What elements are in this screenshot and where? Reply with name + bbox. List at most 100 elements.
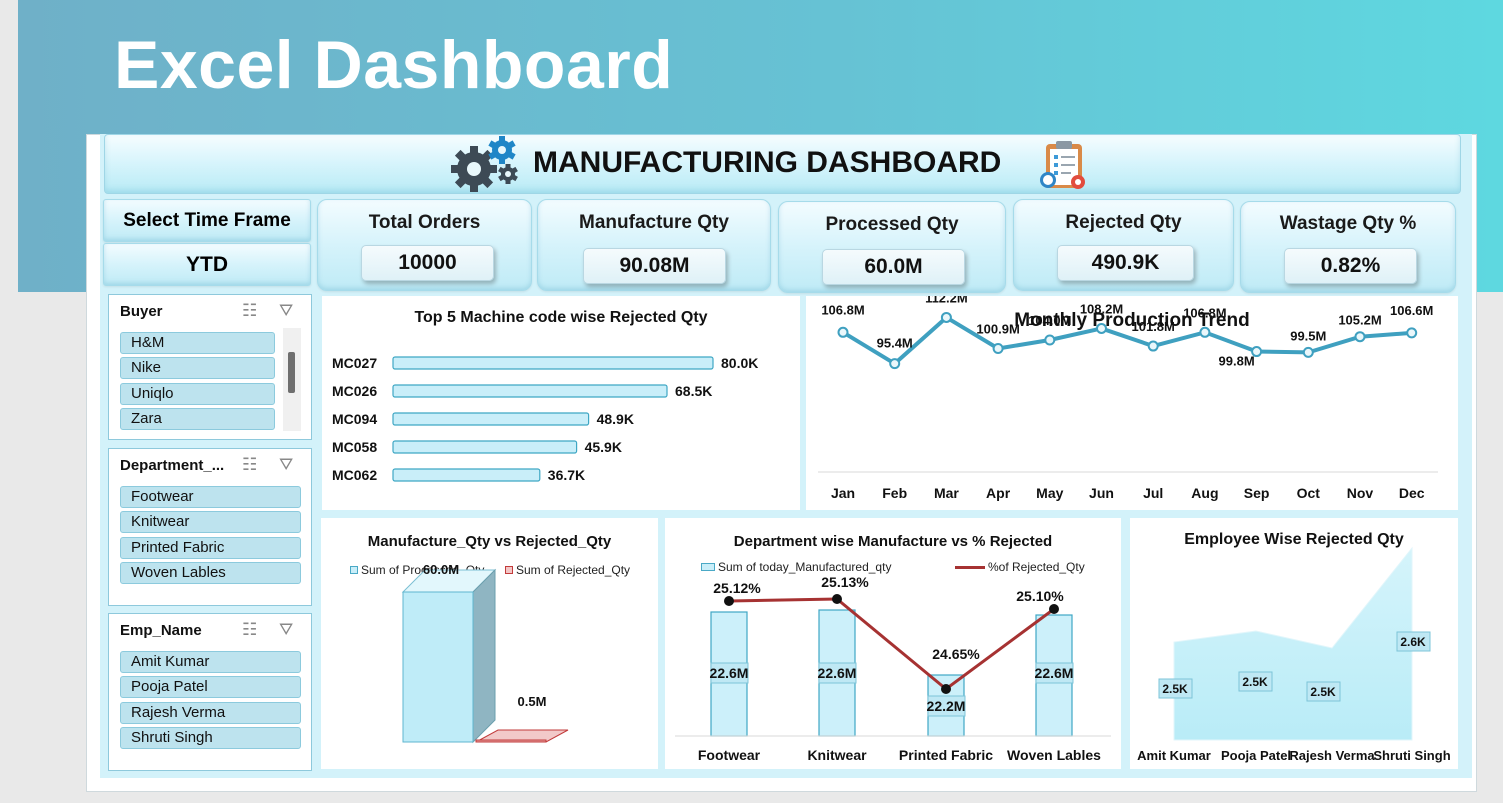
data-label: 22.6M [818,665,857,681]
tick-label: Rajesh Verma [1289,748,1375,763]
data-label: 105.2M [1338,313,1381,328]
kpi-wastage-qty: Wastage Qty % 0.82% [1240,201,1456,293]
tick-label: Jun [1089,485,1114,501]
tick-label: Footwear [698,747,761,763]
data-point [1044,334,1056,346]
bar [392,468,541,482]
tick-label: Jul [1143,485,1163,501]
data-label: 25.10% [1016,588,1064,604]
kpi-value: 490.9K [1057,245,1194,281]
series-line [728,597,1055,691]
tick-label: Amit Kumar [1137,748,1211,763]
data-point [1199,326,1211,338]
data-point [992,343,1004,355]
slicer-item[interactable]: Footwear [120,486,301,508]
bar [392,384,668,398]
data-point [1049,604,1059,614]
time-frame-value: YTD [186,253,228,276]
kpi-rejected-qty: Rejected Qty 490.9K [1013,199,1234,291]
multi-select-icon[interactable]: ☷ [242,620,257,640]
tick-label: Sep [1244,485,1270,501]
tick-label: Printed Fabric [899,747,993,763]
multi-select-icon[interactable]: ☷ [242,455,257,475]
data-label: 101.8M [1132,319,1175,334]
tick-label: Apr [986,485,1011,501]
slicer-item[interactable]: Nike [120,357,275,379]
tick-label: Oct [1297,485,1321,501]
slicer-item[interactable]: Amit Kumar [120,651,301,673]
monthly-trend-chart: Monthly Production Trend 106.8M Jan 95.4M F… [806,296,1458,510]
kpi-label: Manufacture Qty [579,212,729,233]
data-label: 22.2M [927,698,966,714]
slicer-title: Department_... [120,457,225,474]
data-label: 25.12% [713,580,761,596]
slicer-item[interactable]: Rajesh Verma [120,702,301,724]
bar [392,356,714,370]
data-point [1406,327,1418,339]
data-label: 48.9K [597,411,634,427]
dashboard-title: MANUFACTURING DASHBOARD [533,146,1002,179]
machine-bar-plot: MC027 80.0K MC026 68.5K MC094 48.9K MC058 45.9K… [332,355,758,483]
data-label: 95.4M [877,336,913,351]
data-label: 2.5K [1310,685,1336,699]
kpi-label: Processed Qty [825,214,959,235]
tick-label: Woven Lables [1007,747,1101,763]
series-line [841,314,1412,367]
kpi-value: 10000 [361,245,494,281]
data-label: 100.9M [976,322,1019,337]
slicer-item[interactable]: Uniqlo [120,383,275,405]
data-point [940,311,952,323]
data-label: 0.5M [518,694,547,709]
tick-label: Jan [831,485,855,501]
data-label: 24.65% [932,646,980,662]
data-label: 112.2M [925,296,968,305]
bar [475,739,547,743]
employee-chart: Employee Wise Rejected Qty 2.5K Amit Kuma… [1130,518,1458,769]
tick-label: Knitwear [807,747,867,763]
data-point [889,358,901,370]
data-point [832,594,842,604]
data-label: 22.6M [1035,665,1074,681]
trend-line-plot: 106.8M Jan 95.4M Feb 112.2M Mar 100.9M Apr 104.0… [818,296,1438,501]
data-label: 36.7K [548,467,585,483]
data-label: 104.0M [1028,313,1071,328]
tick-label: Mar [934,485,959,501]
category-label: MC058 [332,439,377,455]
kpi-value: 0.82% [1284,248,1417,284]
kpi-value: 90.08M [583,248,726,284]
category-label: MC094 [332,411,377,427]
multi-select-icon[interactable]: ☷ [242,301,257,321]
data-label: 106.6M [1390,303,1433,318]
kpi-manufacture-qty: Manufacture Qty 90.08M [537,199,771,291]
tick-label: Feb [882,485,907,501]
data-point [1096,322,1107,334]
slicer-item[interactable]: Zara [120,408,275,430]
manufacture-vs-rejected-chart: Manufacture_Qty vs Rejected_Qty Sum of P… [321,518,658,769]
slicer-item[interactable]: Shruti Singh [120,727,301,749]
category-label: MC027 [332,355,377,371]
data-point [1302,346,1314,358]
scrollbar[interactable] [283,328,301,431]
data-label: 22.6M [710,665,749,681]
data-label: 25.13% [821,574,869,590]
clear-filter-icon[interactable]: ⛛ [279,620,293,640]
slicer-item[interactable]: Woven Lables [120,562,301,584]
data-label: 60.0M [423,562,459,577]
data-point [941,684,951,694]
slicer-title: Buyer [120,303,163,320]
slicer-item[interactable]: Pooja Patel [120,676,301,698]
kpi-label: Wastage Qty % [1279,213,1417,234]
slicer-item[interactable]: Printed Fabric [120,537,301,559]
slicer-item[interactable]: H&M [120,332,275,354]
data-point [837,326,849,338]
scrollbar-thumb[interactable] [288,352,295,393]
data-label: 2.5K [1162,682,1188,696]
time-frame-selector[interactable]: YTD [103,243,311,286]
area-fill [1173,546,1413,741]
slicer-item[interactable]: Knitwear [120,511,301,533]
clear-filter-icon[interactable]: ⛛ [279,455,293,475]
clear-filter-icon[interactable]: ⛛ [279,301,293,321]
data-label: 99.8M [1219,354,1255,369]
data-label: 2.5K [1242,675,1268,689]
machine-rejected-chart: Top 5 Machine code wise Rejected Qty MC0… [322,296,800,510]
